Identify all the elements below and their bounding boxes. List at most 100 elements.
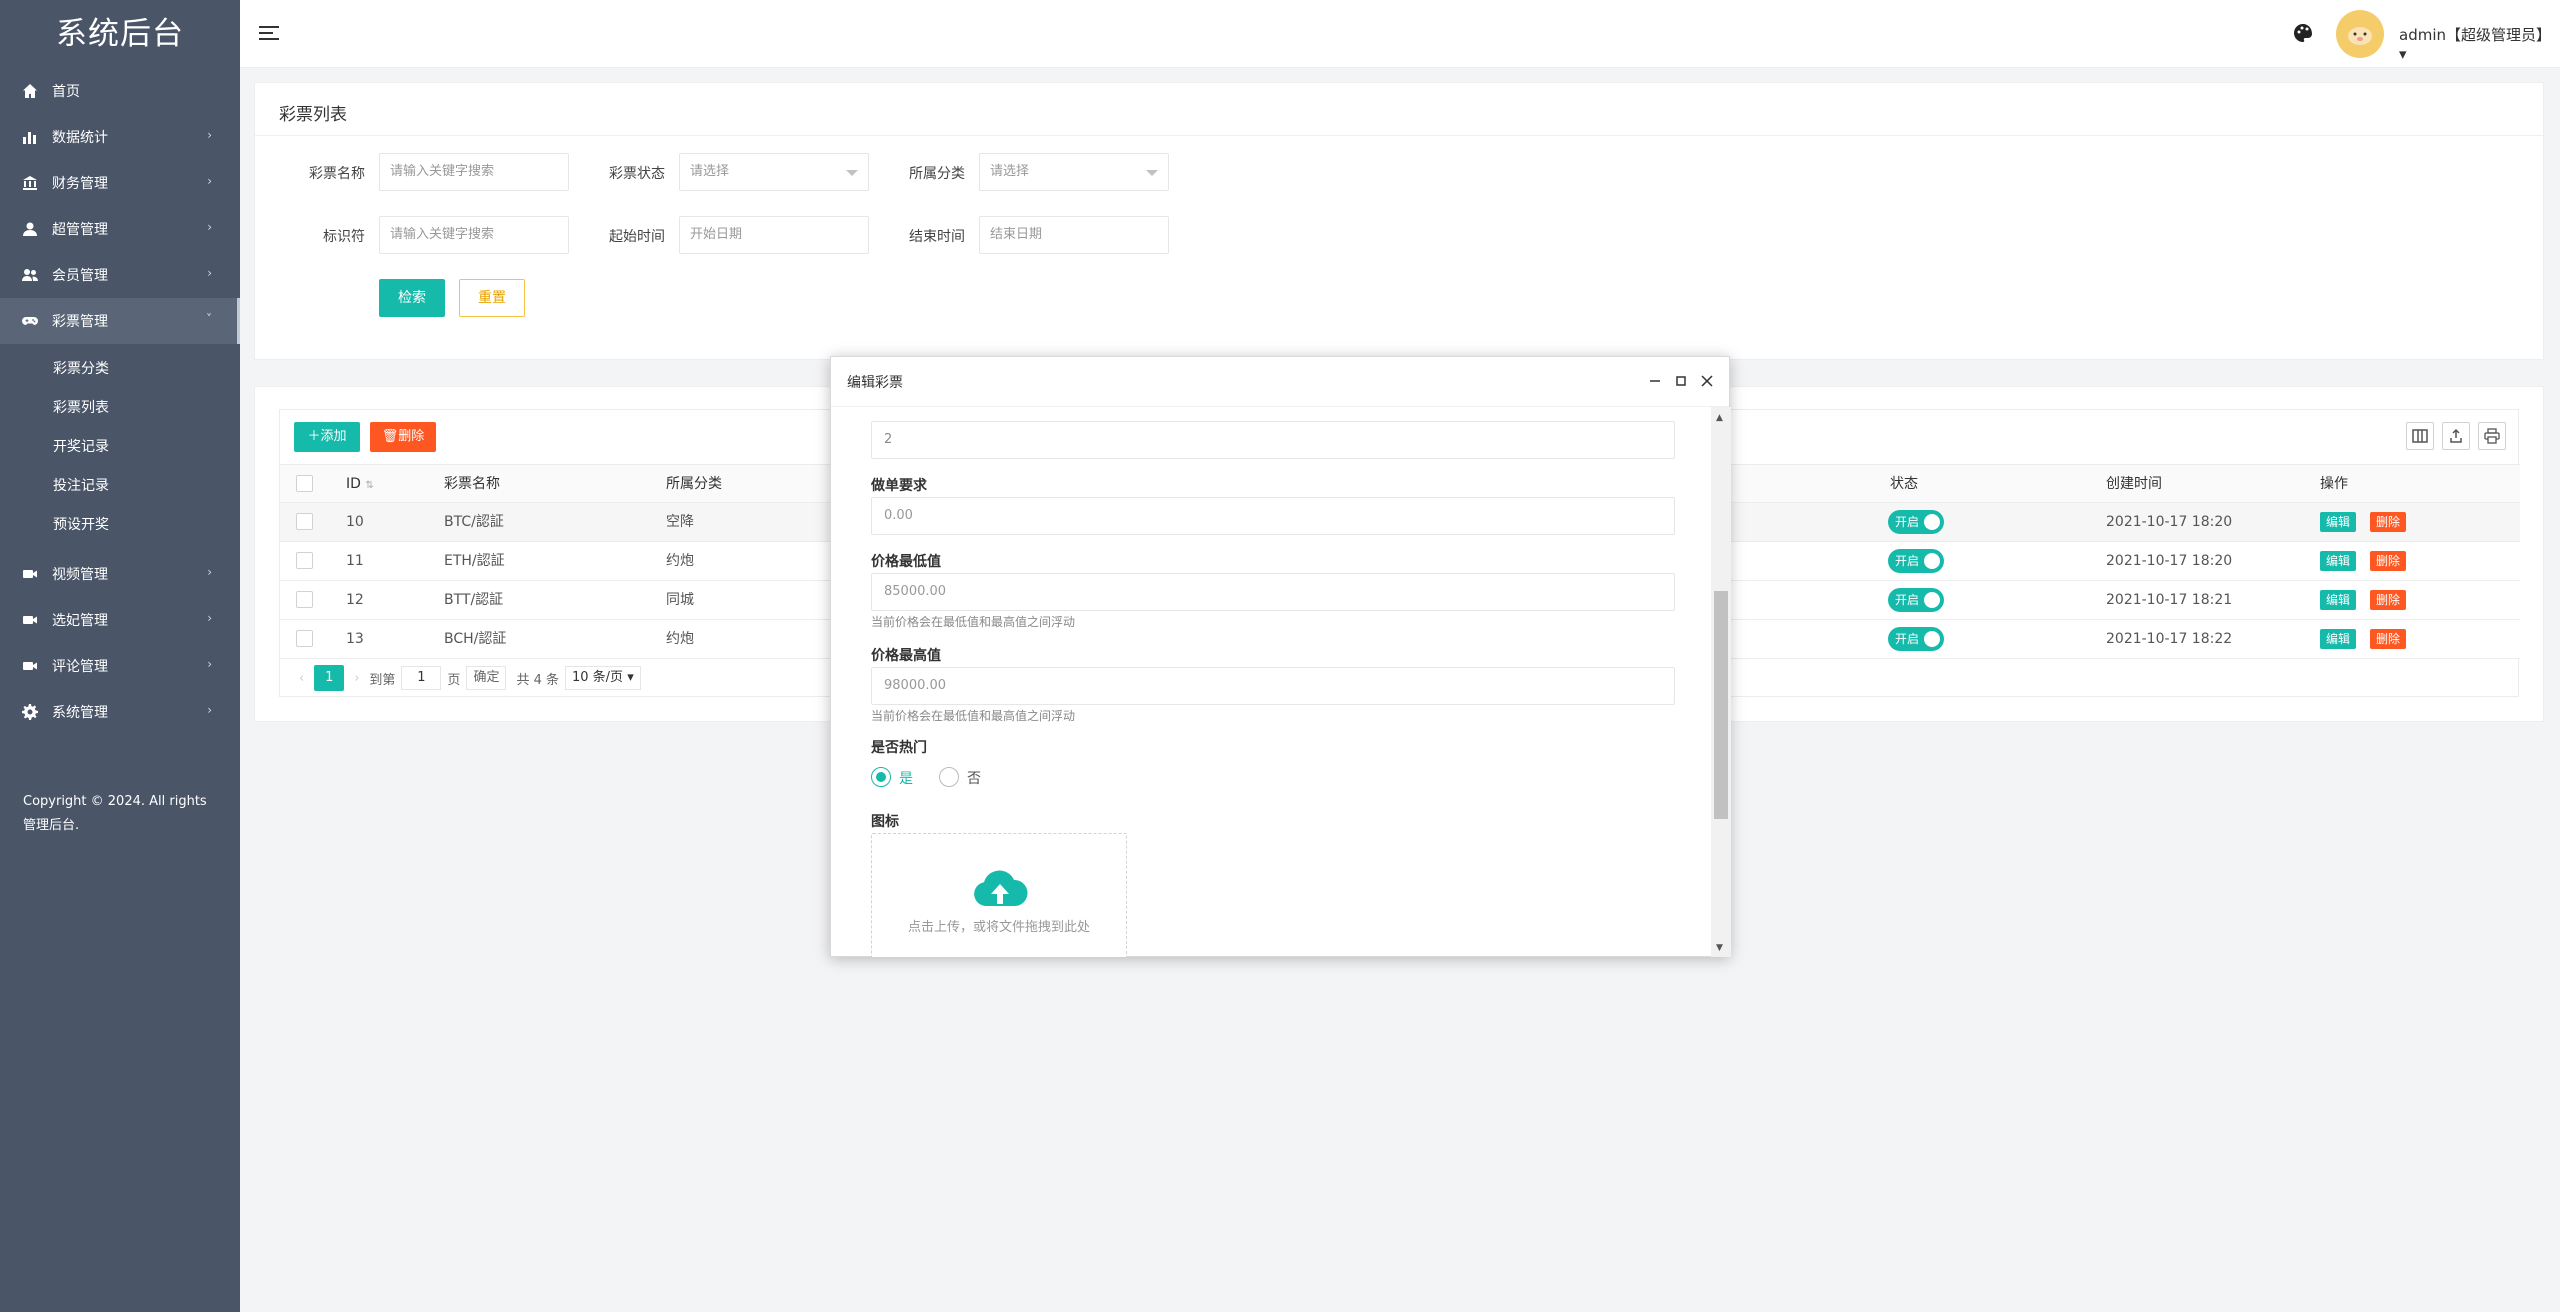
sidebar-item-statistics[interactable]: 数据统计 › [0, 114, 240, 160]
sidebar-item-comments[interactable]: 评论管理 › [0, 643, 240, 689]
bar-chart-icon [23, 132, 36, 144]
status-toggle[interactable]: 开启 [1888, 588, 1944, 612]
caret-down-icon: ▾ [2399, 45, 2407, 63]
status-select[interactable]: 请选择 [679, 153, 869, 191]
maximize-icon[interactable] [1671, 371, 1691, 391]
edit-button[interactable]: 编辑 [2320, 629, 2357, 649]
category-select[interactable]: 请选择 [979, 153, 1169, 191]
submenu-item-categories[interactable]: 彩票分类 [0, 350, 240, 389]
hot-yes-label[interactable]: 是 [899, 768, 913, 788]
sidebar-item-system[interactable]: 系统管理 › [0, 689, 240, 735]
submenu-item-bet-records[interactable]: 投注记录 [0, 467, 240, 506]
hot-yes-radio[interactable] [871, 767, 891, 787]
print-icon[interactable] [2478, 422, 2506, 450]
sidebar-item-admins[interactable]: 超管管理 › [0, 206, 240, 252]
cell-created: 2021-10-17 18:22 [2106, 631, 2233, 647]
palette-icon[interactable] [2292, 22, 2314, 44]
name-search-input[interactable]: 请输入关键字搜索 [379, 153, 569, 191]
trash-icon: 🗑 [381, 429, 399, 444]
hot-no-radio[interactable] [939, 767, 959, 787]
menu-toggle-icon[interactable] [258, 22, 280, 44]
batch-delete-button[interactable]: 🗑删除 [370, 422, 436, 452]
edit-button[interactable]: 编辑 [2320, 512, 2357, 532]
key-search-input[interactable]: 请输入关键字搜索 [379, 216, 569, 254]
next-page-icon[interactable]: › [354, 671, 359, 686]
end-date-label: 结束时间 [909, 229, 965, 245]
plus-icon: ＋ [307, 429, 321, 444]
edit-button[interactable]: 编辑 [2320, 590, 2357, 610]
draw-interval-input[interactable]: 2 [871, 421, 1675, 459]
submenu-item-draw-records[interactable]: 开奖记录 [0, 428, 240, 467]
sidebar-item-label: 超管管理 [52, 222, 108, 238]
gamepad-icon [22, 317, 38, 325]
column-header-created: 创建时间 [2106, 476, 2162, 492]
cell-category: 约炮 [666, 553, 694, 569]
sidebar-item-selection[interactable]: 选妃管理 › [0, 597, 240, 643]
select-all-checkbox[interactable] [296, 475, 313, 492]
chevron-right-icon: › [207, 703, 212, 717]
page-size-select[interactable]: 10 条/页 ▾ [565, 666, 641, 690]
sidebar-item-members[interactable]: 会员管理 › [0, 252, 240, 298]
status-toggle[interactable]: 开启 [1888, 549, 1944, 573]
max-price-label: 价格最高值 [871, 648, 941, 664]
goto-label: 到第 [369, 672, 396, 688]
sidebar-item-videos[interactable]: 视频管理 › [0, 551, 240, 597]
scroll-down-icon[interactable]: ▼ [1716, 943, 1723, 953]
search-button[interactable]: 检索 [379, 279, 445, 317]
scrollbar-thumb[interactable] [1714, 591, 1728, 819]
user-icon [23, 222, 37, 236]
cell-id: 13 [346, 631, 364, 647]
avatar[interactable] [2336, 10, 2384, 58]
delete-button[interactable]: 删除 [2370, 551, 2407, 571]
icon-upload-area[interactable]: 点击上传，或将文件拖拽到此处 [871, 833, 1127, 957]
cell-category: 同城 [666, 592, 694, 608]
sidebar-item-finance[interactable]: 财务管理 › [0, 160, 240, 206]
sort-icon[interactable]: ⇅ [365, 480, 373, 491]
user-menu[interactable]: admin【超级管理员】 ▾ [2399, 24, 2560, 63]
delete-button[interactable]: 删除 [2370, 512, 2407, 532]
add-button[interactable]: ＋添加 [294, 422, 360, 452]
scroll-up-icon[interactable]: ▲ [1716, 413, 1723, 423]
close-icon[interactable] [1697, 371, 1717, 391]
start-date-input[interactable]: 开始日期 [679, 216, 869, 254]
status-toggle[interactable]: 开启 [1888, 510, 1944, 534]
submenu-item-preset-draw[interactable]: 预设开奖 [0, 506, 240, 545]
end-date-input[interactable]: 结束日期 [979, 216, 1169, 254]
edit-button[interactable]: 编辑 [2320, 551, 2357, 571]
cell-id: 11 [346, 553, 364, 569]
min-price-input[interactable]: 85000.00 [871, 573, 1675, 611]
divider [255, 135, 2543, 136]
prev-page-icon[interactable]: ‹ [299, 671, 304, 686]
row-checkbox[interactable] [296, 591, 313, 608]
sidebar-item-home[interactable]: 首页 [0, 68, 240, 114]
modal-scrollbar[interactable]: ▲ ▼ [1711, 407, 1731, 957]
page-jump-input[interactable]: 1 [401, 666, 442, 690]
min-price-hint: 当前价格会在最低值和最高值之间浮动 [871, 615, 1076, 629]
hot-no-label[interactable]: 否 [967, 768, 981, 788]
row-checkbox[interactable] [296, 630, 313, 647]
row-checkbox[interactable] [296, 552, 313, 569]
submenu-item-lottery-list[interactable]: 彩票列表 [0, 389, 240, 428]
delete-button[interactable]: 删除 [2370, 629, 2407, 649]
gear-icon [22, 704, 38, 720]
reset-button[interactable]: 重置 [459, 279, 525, 317]
row-checkbox[interactable] [296, 513, 313, 530]
page-number-current[interactable]: 1 [314, 665, 345, 691]
max-price-input[interactable]: 98000.00 [871, 667, 1675, 705]
modal-title: 编辑彩票 [847, 375, 903, 391]
video-icon [23, 662, 37, 670]
delete-button[interactable]: 删除 [2370, 590, 2407, 610]
modal-body: 2 做单要求 0.00 价格最低值 85000.00 当前价格会在最低值和最高值… [831, 407, 1711, 957]
page-jump-confirm-button[interactable]: 确定 [466, 666, 507, 690]
columns-filter-icon[interactable] [2406, 422, 2434, 450]
sidebar-item-lottery[interactable]: 彩票管理 ˅ [0, 298, 240, 344]
sidebar-item-label: 视频管理 [52, 567, 108, 583]
status-toggle[interactable]: 开启 [1888, 627, 1944, 651]
export-icon[interactable] [2442, 422, 2470, 450]
max-price-hint: 当前价格会在最低值和最高值之间浮动 [871, 709, 1076, 723]
hot-label: 是否热门 [871, 740, 927, 756]
minimize-icon[interactable] [1645, 371, 1665, 391]
sidebar-item-label: 系统管理 [52, 705, 108, 721]
column-header-id[interactable]: ID ⇅ [336, 465, 374, 503]
order-requirement-input[interactable]: 0.00 [871, 497, 1675, 535]
